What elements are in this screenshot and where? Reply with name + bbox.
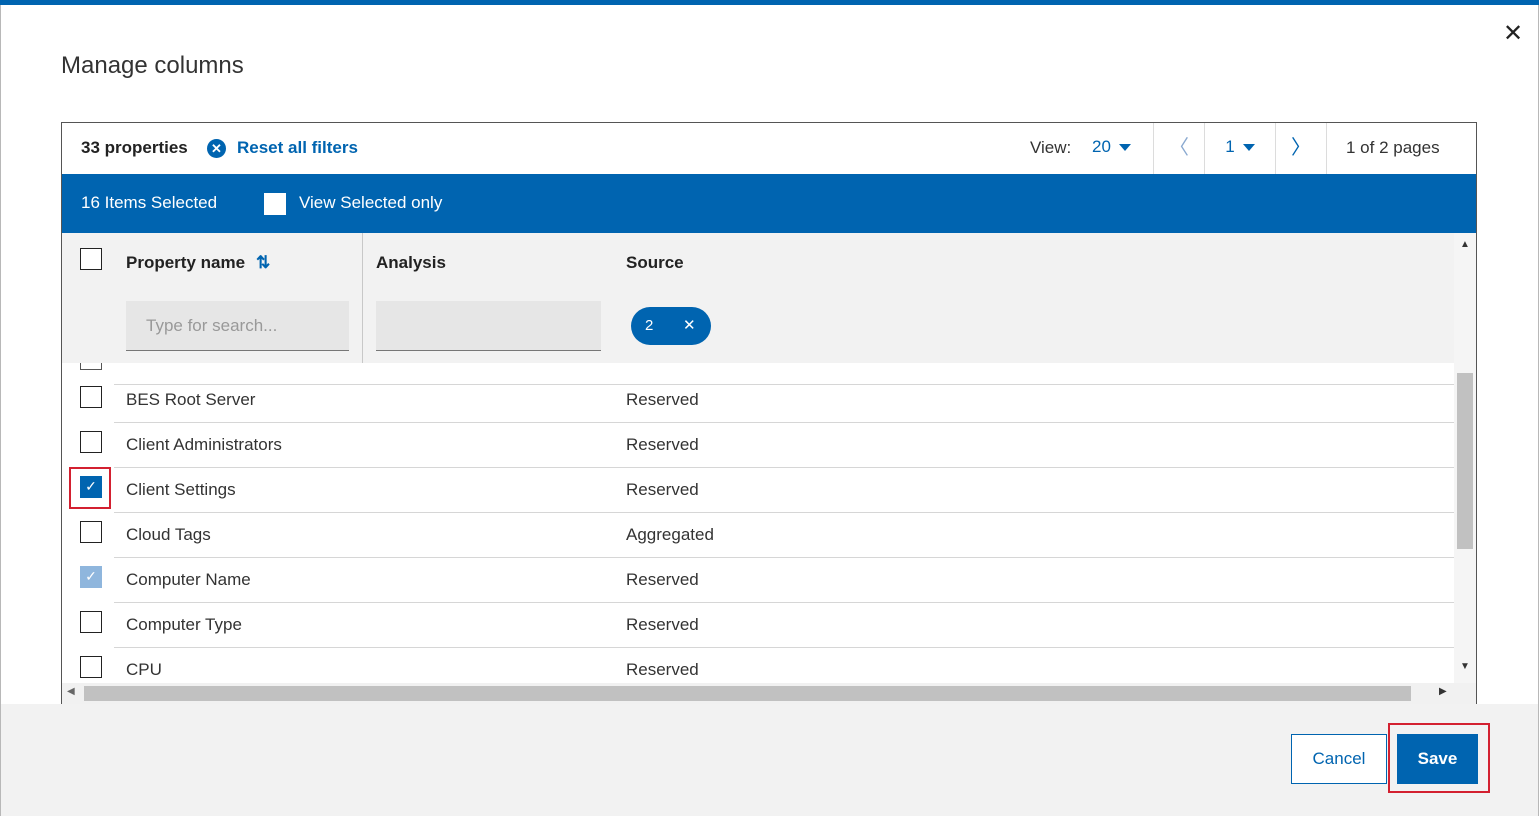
row-property-name: Client Settings: [126, 480, 236, 499]
row-property-name: Computer Name: [126, 570, 251, 589]
sort-icon[interactable]: ⇅: [256, 253, 270, 273]
table-row[interactable]: CPU Reserved: [62, 648, 1454, 683]
select-all-checkbox[interactable]: [80, 248, 102, 270]
analysis-filter-input[interactable]: [376, 301, 601, 351]
page-size-value: 20: [1092, 137, 1111, 156]
table-row[interactable]: Cloud Tags Aggregated: [62, 513, 1454, 558]
row-checkbox[interactable]: [80, 363, 102, 370]
property-search-input[interactable]: [126, 301, 349, 351]
page-number-select[interactable]: 1: [1205, 137, 1275, 157]
close-icon[interactable]: ✕: [1500, 21, 1526, 47]
table-row[interactable]: ✓ Client Settings Reserved: [62, 468, 1454, 513]
row-property-name: Client Administrators: [126, 435, 282, 454]
row-property-name: BES Root Server: [126, 390, 256, 409]
row-checkbox[interactable]: [80, 521, 102, 543]
highlight-box-save: [1388, 723, 1490, 793]
row-source: Reserved: [626, 480, 699, 499]
source-filter-chip[interactable]: 2 ✕: [631, 307, 711, 345]
vertical-scrollbar[interactable]: ▲ ▼: [1454, 233, 1476, 683]
table-toolbar: 33 properties ✕ Reset all filters View: …: [62, 123, 1476, 174]
table-row[interactable]: Client Administrators Reserved: [62, 423, 1454, 468]
table-row[interactable]: BES Root Server Reserved: [62, 378, 1454, 423]
dialog-title: Manage columns: [61, 52, 244, 79]
table-row[interactable]: ✓ Computer Name Reserved: [62, 558, 1454, 603]
clear-circle-icon: ✕: [207, 138, 226, 158]
horizontal-scrollbar[interactable]: ◀ ▶: [62, 683, 1476, 704]
row-source: Aggregated: [626, 525, 714, 544]
pager-divider: [1326, 123, 1327, 174]
prev-page-button[interactable]: 〈: [1154, 123, 1204, 174]
source-filter-value: 2: [645, 317, 654, 334]
vertical-scroll-thumb[interactable]: [1457, 373, 1473, 549]
properties-count: 33 properties: [81, 138, 188, 157]
row-source: Reserved: [626, 615, 699, 634]
reset-filters-button[interactable]: ✕ Reset all filters: [207, 138, 358, 158]
next-page-button[interactable]: 〉: [1276, 123, 1326, 174]
view-selected-only-checkbox[interactable]: [264, 193, 286, 215]
row-property-name: Cloud Tags: [126, 525, 211, 544]
caret-down-icon: [1242, 144, 1255, 152]
scroll-down-icon[interactable]: ▼: [1460, 661, 1470, 672]
column-header-property-name[interactable]: Property name: [126, 253, 245, 273]
reset-filters-label: Reset all filters: [237, 138, 358, 157]
row-checkbox[interactable]: [80, 386, 102, 408]
selected-count: 16 Items Selected: [81, 193, 218, 212]
scroll-left-icon[interactable]: ◀: [67, 686, 75, 697]
row-checkbox[interactable]: [80, 431, 102, 453]
page-number-value: 1: [1225, 137, 1235, 156]
column-header-analysis: Analysis: [376, 253, 446, 272]
scroll-up-icon[interactable]: ▲: [1460, 239, 1470, 250]
dialog-left-edge: [0, 5, 1, 816]
row-property-name: Computer Type: [126, 615, 242, 634]
view-label: View:: [1030, 138, 1072, 157]
row-checkbox[interactable]: [80, 656, 102, 678]
column-header-source: Source: [626, 253, 684, 272]
dialog-footer: Cancel Save: [1, 704, 1538, 816]
remove-filter-icon[interactable]: ✕: [683, 316, 696, 334]
cancel-button[interactable]: Cancel: [1291, 734, 1387, 784]
row-checkbox-disabled: ✓: [80, 566, 102, 588]
selection-bar: 16 Items Selected View Selected only: [62, 174, 1476, 233]
table-row[interactable]: Computer Type Reserved: [62, 603, 1454, 648]
row-property-name: CPU: [126, 660, 162, 679]
top-accent-bar: [0, 0, 1539, 5]
row-checkbox[interactable]: [80, 611, 102, 633]
horizontal-scroll-thumb[interactable]: [84, 686, 1411, 701]
table-body: BES Root Server Reserved Client Administ…: [62, 363, 1454, 683]
table-header: Property name ⇅ Analysis Source 2 ✕: [62, 233, 1476, 363]
highlight-box-checkbox: [69, 467, 111, 509]
row-source: Reserved: [626, 390, 699, 409]
view-selected-only-label[interactable]: View Selected only: [299, 193, 442, 213]
page-size-select[interactable]: 20: [1092, 137, 1131, 157]
page-info: 1 of 2 pages: [1346, 138, 1440, 157]
row-source: Reserved: [626, 660, 699, 679]
row-source: Reserved: [626, 435, 699, 454]
row-source: Reserved: [626, 570, 699, 589]
columns-panel: 33 properties ✕ Reset all filters View: …: [61, 122, 1477, 704]
scroll-right-icon[interactable]: ▶: [1439, 686, 1447, 697]
caret-down-icon: [1118, 144, 1131, 152]
